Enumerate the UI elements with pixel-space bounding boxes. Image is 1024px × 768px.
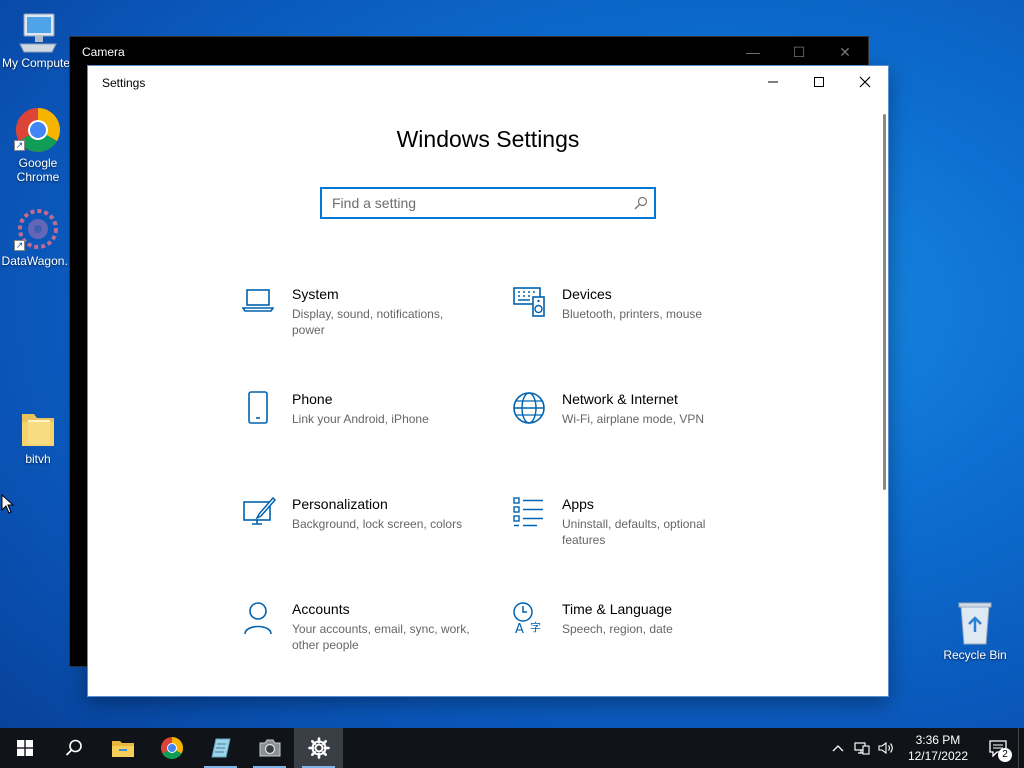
notepad-icon <box>210 738 231 758</box>
system-tray: 3:36 PM 12/17/2022 2 <box>826 728 1024 768</box>
desktop-icon-recycle-bin[interactable]: Recycle Bin <box>937 600 1013 662</box>
show-desktop-button[interactable] <box>1018 728 1024 768</box>
minimize-button[interactable] <box>750 66 796 98</box>
desktop-icon-label: Recycle Bin <box>943 648 1007 662</box>
page-title: Windows Settings <box>396 126 580 152</box>
category-name: System <box>292 286 339 302</box>
recycle-bin-icon <box>958 602 992 645</box>
desktop-icon-bitvh[interactable]: bitvh <box>0 406 76 466</box>
category-phone[interactable]: Phone Link your Android, iPhone <box>242 391 482 461</box>
phone-icon <box>248 391 268 424</box>
keyboard-speaker-icon <box>513 287 545 317</box>
camera-close-button[interactable]: ✕ <box>822 37 868 67</box>
taskbar-search-button[interactable] <box>49 728 98 768</box>
category-description: Speech, region, date <box>562 622 673 636</box>
desktop-icon-label: bitvh <box>25 452 51 466</box>
taskbar-file-explorer[interactable] <box>98 728 147 768</box>
network-icon <box>854 742 870 755</box>
folder-icon <box>22 414 54 446</box>
taskbar-camera[interactable] <box>245 728 294 768</box>
volume-tray-button[interactable] <box>874 728 898 768</box>
taskbar-chrome[interactable] <box>147 728 196 768</box>
close-button[interactable] <box>842 66 888 98</box>
clock-time: 3:36 PM <box>915 733 961 747</box>
list-icon <box>513 497 543 527</box>
desktop-icon-label: Google Chrome <box>16 156 60 184</box>
file-explorer-icon <box>111 741 134 757</box>
taskbar-notepad[interactable] <box>196 728 245 768</box>
chevron-up-icon <box>832 745 844 752</box>
paintbrush-icon <box>243 496 277 525</box>
scrollbar[interactable] <box>883 114 886 490</box>
category-name: Network & Internet <box>562 391 678 407</box>
globe-icon <box>513 392 545 424</box>
shortcut-arrow-icon: ↗ <box>14 240 25 251</box>
category-apps[interactable]: Apps Uninstall, defaults, optional featu… <box>512 496 752 566</box>
search-icon <box>65 739 82 756</box>
camera-icon <box>259 739 280 757</box>
start-button[interactable] <box>0 728 49 768</box>
minimize-icon <box>768 81 778 83</box>
svg-text:A: A <box>515 622 524 635</box>
windows-logo-icon <box>16 740 33 756</box>
desktop-icon-label: My Computer <box>1 56 75 70</box>
category-description: Wi-Fi, airplane mode, VPN <box>562 412 705 426</box>
camera-minimize-button[interactable]: — <box>730 37 776 67</box>
notification-badge: 2 <box>998 748 1012 762</box>
tray-overflow-button[interactable] <box>826 728 850 768</box>
category-description: Bluetooth, printers, mouse <box>562 307 703 321</box>
category-description: Display, sound, notifications, power <box>292 307 444 337</box>
maximize-button[interactable] <box>796 66 842 98</box>
category-name: Phone <box>292 391 333 407</box>
mouse-cursor-icon <box>1 494 15 514</box>
desktop-icon-label: DataWagon... <box>1 254 75 268</box>
person-icon <box>244 602 272 635</box>
taskbar: 3:36 PM 12/17/2022 2 <box>0 728 1024 768</box>
category-name: Apps <box>562 496 594 512</box>
chrome-icon <box>160 737 183 759</box>
settings-window-title: Settings <box>102 76 146 90</box>
taskbar-settings[interactable] <box>294 728 343 768</box>
computer-icon <box>19 13 57 53</box>
settings-window[interactable]: Settings Windows Settings System Di <box>87 65 889 697</box>
category-description: Link your Android, iPhone <box>292 412 429 426</box>
category-description: Background, lock screen, colors <box>292 517 463 531</box>
category-description: Uninstall, defaults, optional features <box>562 517 706 547</box>
category-system[interactable]: System Display, sound, notifications, po… <box>241 286 482 356</box>
maximize-icon <box>814 77 824 87</box>
speaker-icon <box>878 741 893 755</box>
desktop-icon-datawagon[interactable]: ↗ DataWagon... <box>0 206 76 268</box>
category-description: Your accounts, email, sync, work, other … <box>292 622 470 652</box>
svg-text:字: 字 <box>530 620 541 634</box>
category-time-language[interactable]: A 字 Time & Language Speech, region, date <box>512 601 752 671</box>
category-name: Time & Language <box>562 601 672 617</box>
desktop-icon-my-computer[interactable]: My Computer <box>0 10 76 70</box>
search-box[interactable] <box>320 187 656 219</box>
time-language-icon: A 字 <box>513 602 541 637</box>
shortcut-arrow-icon: ↗ <box>14 140 25 151</box>
category-network-internet[interactable]: Network & Internet Wi-Fi, airplane mode,… <box>512 391 752 461</box>
category-name: Devices <box>562 286 612 302</box>
category-name: Accounts <box>292 601 350 617</box>
taskbar-clock[interactable]: 3:36 PM 12/17/2022 <box>898 732 978 764</box>
search-input[interactable] <box>322 189 612 217</box>
network-tray-button[interactable] <box>850 728 874 768</box>
camera-maximize-button[interactable]: ☐ <box>776 37 822 67</box>
category-accounts[interactable]: Accounts Your accounts, email, sync, wor… <box>242 601 482 671</box>
category-name: Personalization <box>292 496 388 512</box>
desktop-icon-google-chrome[interactable]: ↗ Google Chrome <box>0 106 76 184</box>
clock-date: 12/17/2022 <box>907 749 968 763</box>
laptop-icon <box>241 289 275 312</box>
close-icon <box>859 76 871 88</box>
category-personalization[interactable]: Personalization Background, lock screen,… <box>242 496 482 566</box>
category-devices[interactable]: Devices Bluetooth, printers, mouse <box>512 286 752 356</box>
gear-icon <box>307 737 330 759</box>
notification-center-button[interactable]: 2 <box>978 728 1018 768</box>
search-icon <box>634 196 648 210</box>
